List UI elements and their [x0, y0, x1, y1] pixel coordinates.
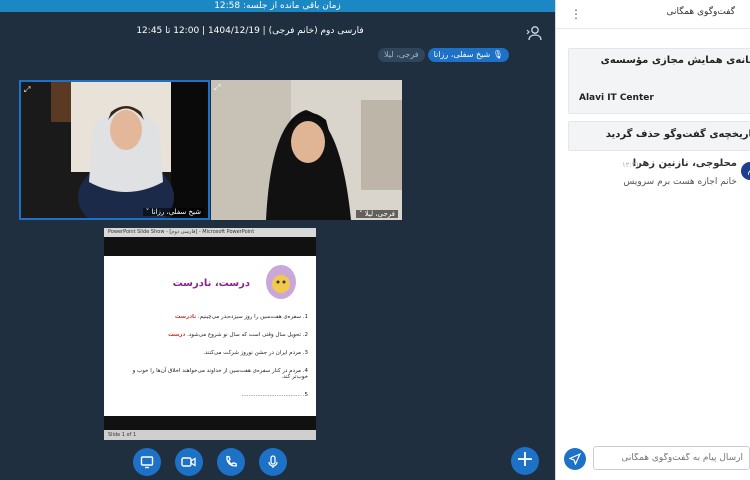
remaining-time-banner: زمان باقی مانده از جلسه: 12:58	[0, 0, 555, 12]
welcome-line: به سامانه‌ی همایش مجازی مؤسسه‌ی علوی	[600, 55, 750, 66]
slide-item: 3. مردم ایران در جشن نوروز شرکت می‌کنند.	[203, 350, 308, 356]
slide-status-bar: Slide 1 of 1	[104, 430, 316, 440]
talking-indicator-muted[interactable]: فرجی، لیلا	[378, 48, 425, 62]
plus-icon: +	[515, 447, 535, 472]
chat-message-input[interactable]	[593, 446, 750, 470]
video-button[interactable]	[175, 448, 203, 476]
teacher-video-frame	[211, 80, 402, 220]
main-area: فارسی دوم (خانم فرجی) | 1404/12/19 | 12:…	[0, 12, 555, 480]
video-tile-student[interactable]: ⤢ ˅ شیخ سفلی، رزانا	[19, 80, 210, 220]
media-controls	[133, 448, 287, 476]
slide-item: 4. مردم در کنار سفره‌ی هفت‌سین از خداوند…	[132, 368, 308, 380]
video-tile-teacher[interactable]: ⤢ ˅ فرجی، لیلا	[211, 80, 402, 220]
chat-header: گفت‌وگوی همگانی ⋮	[556, 0, 750, 29]
public-chat-panel: گفت‌وگوی همگانی ⋮ به سامانه‌ی همایش مجاز…	[555, 0, 750, 480]
video-name-teacher: ˅ فرجی، لیلا	[355, 210, 398, 218]
microphone-icon	[268, 455, 278, 468]
welcome-brand: Alavi IT Center	[579, 93, 654, 103]
expand-icon[interactable]: ⤢	[24, 85, 33, 94]
user-list-icon[interactable]	[524, 24, 544, 42]
talking-indicators: 🎙 شیخ سفلی، رزانا فرجی، لیلا	[378, 48, 509, 62]
video-name-student: ˅ شیخ سفلی، رزانا	[142, 208, 204, 216]
slide-heading: درست، نادرست	[172, 278, 250, 289]
chat-title: گفت‌وگوی همگانی	[666, 7, 735, 17]
send-icon	[569, 453, 581, 465]
screen-share-button[interactable]	[133, 448, 161, 476]
slide-logo-icon	[266, 265, 296, 299]
video-icon	[181, 457, 196, 467]
presentation-slide: PowerPoint Slide Show - [فارسی دوم] - Mi…	[104, 228, 316, 440]
slide-page: درست، نادرست 1. سفره‌ی هفت‌سین را روز سی…	[104, 256, 316, 416]
phone-button[interactable]	[217, 448, 245, 476]
phone-icon	[226, 455, 238, 467]
slide-window-title: PowerPoint Slide Show - [فارسی دوم] - Mi…	[104, 228, 316, 237]
chat-cleared-notice: تاریخچه‌ی گفت‌وگو حذف گردید	[568, 121, 750, 151]
session-title: فارسی دوم (خانم فرجی) | 1404/12/19 | 12:…	[136, 26, 364, 36]
screen-share-icon	[140, 456, 154, 469]
slide-item: 2. تحویل سال وقتی است که سال نو شروع می‌…	[168, 332, 308, 338]
talking-indicator-active[interactable]: 🎙 شیخ سفلی، رزانا	[427, 48, 509, 62]
more-icon[interactable]: ⋮	[570, 7, 582, 21]
slide-item: 1. سفره‌ی هفت‌سین را روز سیزده‌بدر می‌چی…	[174, 314, 308, 320]
send-button[interactable]	[564, 448, 586, 470]
student-video-frame	[21, 82, 208, 218]
actions-plus-button[interactable]: +	[511, 447, 539, 475]
microphone-button[interactable]	[259, 448, 287, 476]
message-time: ۱۲:۲۱	[622, 161, 640, 169]
message-text: خانم اجازه هست برم سرویس	[623, 177, 737, 187]
expand-icon[interactable]: ⤢	[214, 83, 223, 92]
slide-item: 5. ..................................	[241, 392, 308, 398]
welcome-message: به سامانه‌ی همایش مجازی مؤسسه‌ی علوی Ala…	[568, 48, 750, 114]
